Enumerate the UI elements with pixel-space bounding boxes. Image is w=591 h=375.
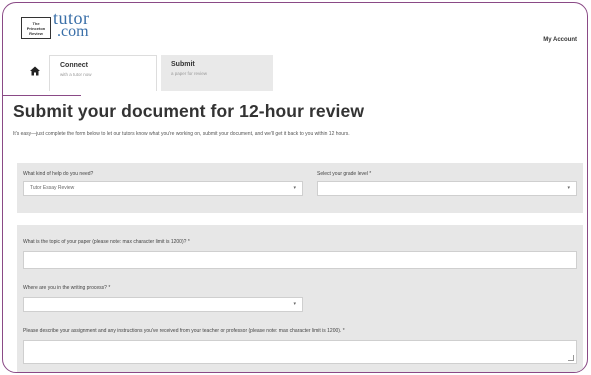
help-type-label: What kind of help do you need?	[23, 171, 94, 177]
tab-connect-subtitle: with a tutor now	[60, 72, 92, 77]
resize-handle[interactable]	[568, 355, 574, 361]
site-header: The Princeton Review tutor .com My Accou…	[3, 3, 587, 95]
help-grade-panel: What kind of help do you need? Tutor Ess…	[17, 163, 583, 213]
intro-text: It's easy—just complete the form below t…	[13, 131, 350, 137]
tab-submit[interactable]: Submit a paper for review	[161, 55, 273, 91]
required-mark: *	[108, 285, 111, 291]
site-logo[interactable]: The Princeton Review tutor .com	[21, 8, 90, 40]
required-mark: *	[369, 171, 372, 177]
assignment-label: Please describe your assignment and any …	[23, 328, 345, 334]
tutor-com-wordmark: tutor .com	[53, 8, 90, 40]
chevron-down-icon: ▾	[567, 185, 570, 191]
browser-frame: The Princeton Review tutor .com My Accou…	[2, 2, 588, 373]
tab-submit-subtitle: a paper for review	[171, 71, 208, 76]
grade-level-label: Select your grade level *	[317, 171, 372, 177]
chevron-down-icon: ▾	[293, 301, 296, 307]
grade-level-select[interactable]: ▾	[317, 181, 577, 196]
paper-details-panel: What is the topic of your paper (please …	[17, 225, 583, 372]
tab-submit-title: Submit	[171, 61, 195, 68]
home-icon[interactable]	[29, 65, 41, 77]
writing-process-select[interactable]: ▾	[23, 297, 303, 312]
required-mark: *	[342, 328, 345, 334]
my-account-link[interactable]: My Account	[543, 37, 577, 43]
header-divider	[3, 95, 81, 96]
topic-input[interactable]	[23, 251, 577, 269]
required-mark: *	[187, 239, 190, 245]
topic-label: What is the topic of your paper (please …	[23, 239, 190, 245]
tab-connect[interactable]: Connect with a tutor now	[49, 55, 157, 91]
page-title: Submit your document for 12-hour review	[13, 101, 365, 121]
chevron-down-icon: ▾	[293, 185, 296, 191]
princeton-review-logo: The Princeton Review	[21, 17, 51, 39]
writing-process-label: Where are you in the writing process? *	[23, 285, 111, 291]
help-type-select[interactable]: Tutor Essay Review ▾	[23, 181, 303, 196]
assignment-textarea[interactable]	[23, 340, 577, 364]
tab-connect-title: Connect	[60, 62, 88, 69]
